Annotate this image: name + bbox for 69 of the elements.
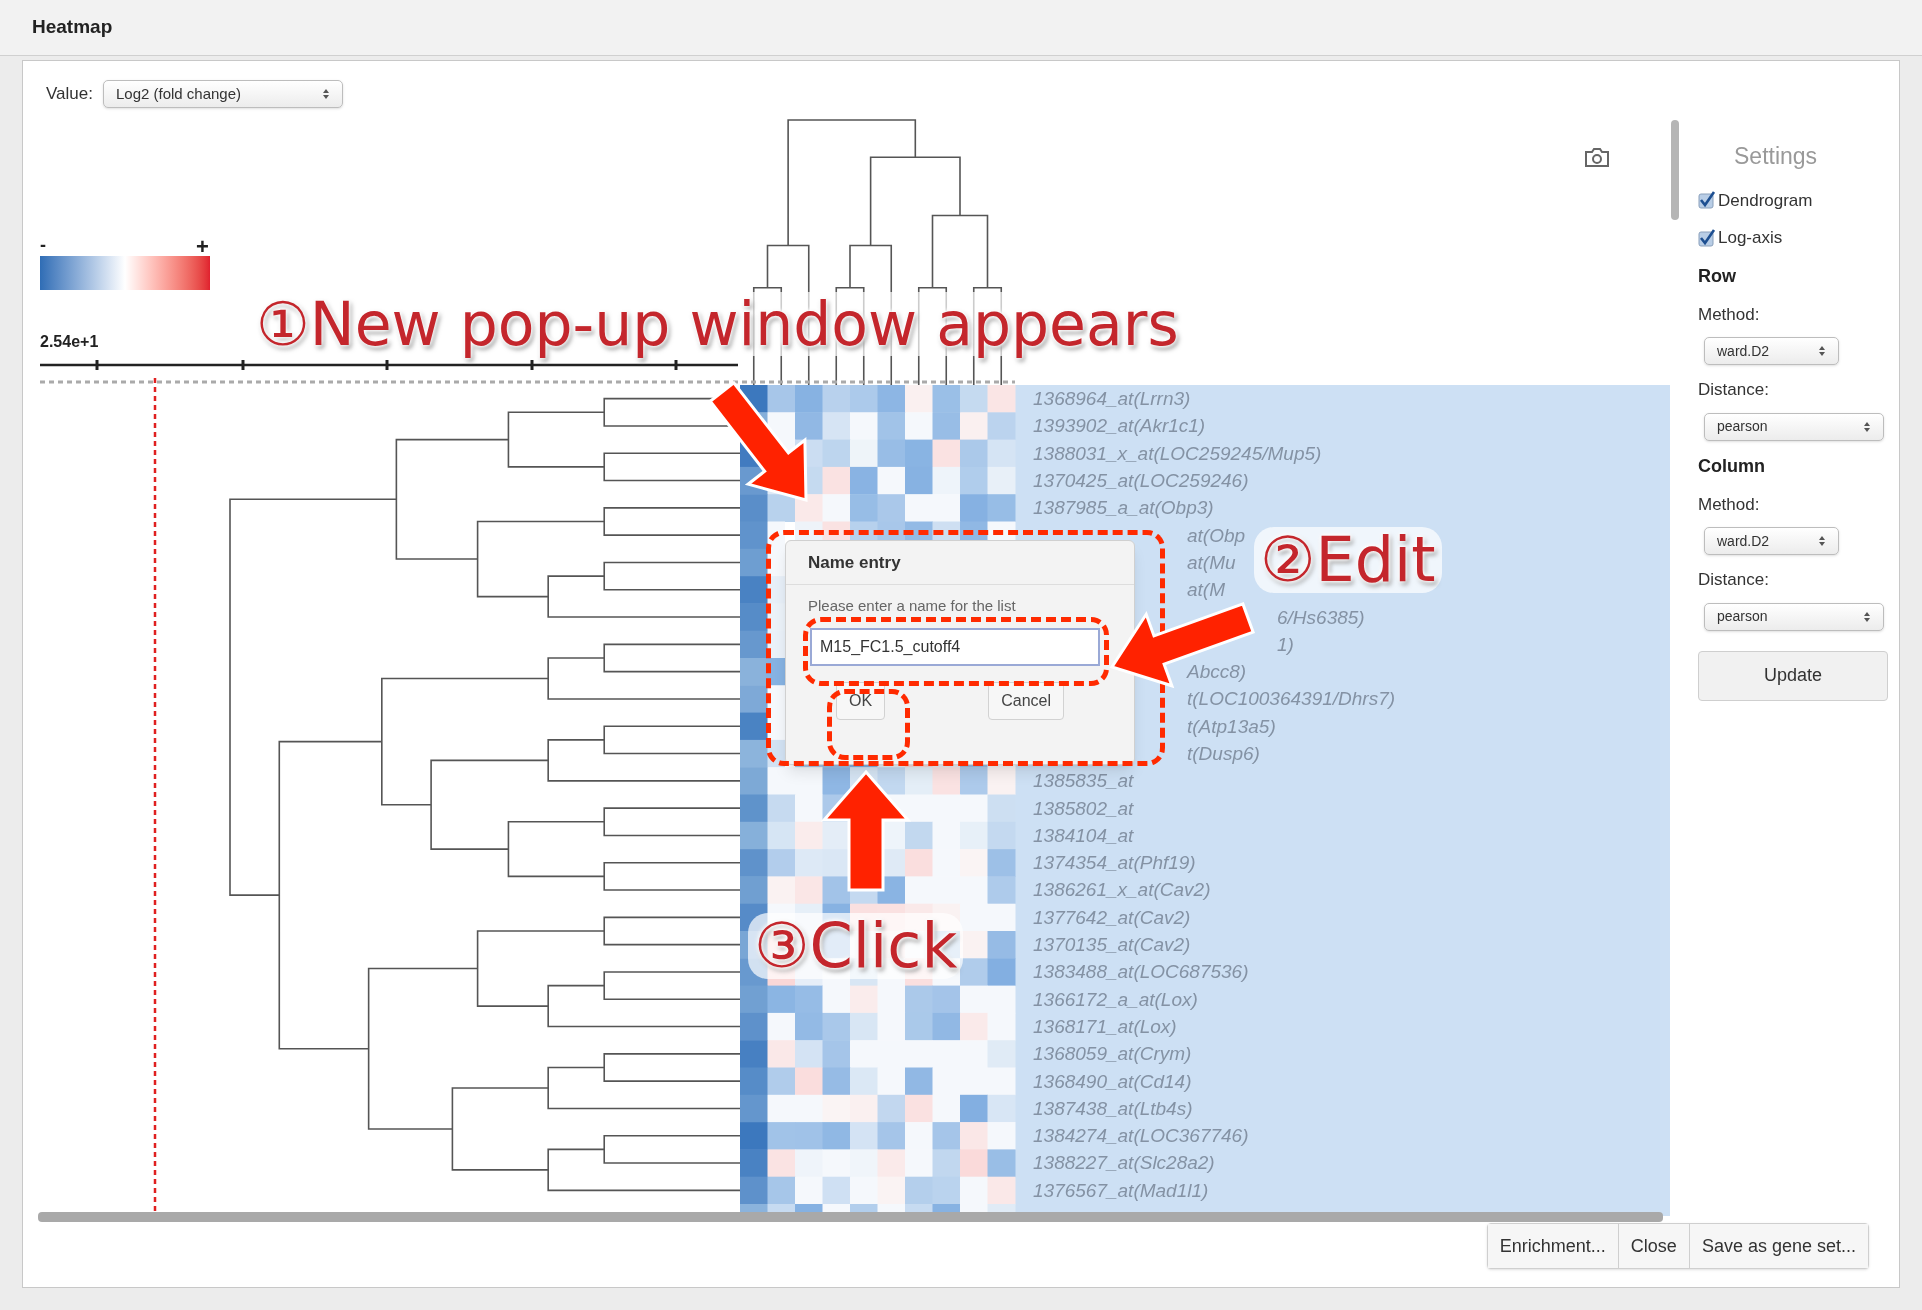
gene-label: 1366172_a_at(Lox)	[1033, 989, 1198, 1009]
gene-label: t(LOC100364391/Dhrs7)	[1187, 689, 1396, 709]
gene-label: 1388031_x_at(LOC259245/Mup5)	[1033, 443, 1322, 463]
gene-label: 1388227_at(Slc28a2)	[1033, 1153, 1215, 1173]
horizontal-scrollbar[interactable]	[38, 1212, 1663, 1222]
field-label: Distance:	[1698, 379, 1770, 401]
gene-label: 1386261_x_at(Cav2)	[1033, 880, 1211, 900]
dialog-prompt: Please enter a name for the list	[807, 596, 1017, 616]
update-button[interactable]: Update	[1698, 650, 1888, 701]
gene-label: 1370425_at(LOC259246)	[1033, 471, 1249, 491]
field-label: Method:	[1698, 493, 1761, 516]
gene-label: 1368171_at(Lox)	[1033, 1016, 1177, 1036]
annotation-text: ③Click	[748, 913, 964, 979]
gene-label: at(Mu	[1187, 552, 1236, 572]
scale-min-label: -	[40, 236, 46, 254]
gene-label: 1368059_at(Crym)	[1033, 1044, 1192, 1064]
checkbox[interactable]	[1698, 191, 1716, 210]
vertical-scrollbar[interactable]	[1671, 120, 1679, 220]
checkbox-label: Log-axis	[1718, 227, 1783, 249]
window-title: Heatmap	[32, 15, 113, 40]
annotation-text: ②Edit	[1254, 527, 1442, 593]
footer-button[interactable]: Enrichment...	[1487, 1224, 1618, 1268]
checkbox-label: Dendrogram	[1718, 189, 1813, 212]
updown-arrows-icon	[1818, 535, 1826, 547]
axis-value-label: 2.54e+1	[40, 332, 99, 352]
section-heading: Row	[1698, 264, 1737, 288]
updown-arrows-icon	[1863, 610, 1871, 623]
name-input-field[interactable]: M15_FC1.5_cutoff4	[810, 627, 1100, 666]
dropdown[interactable]: ward.D2	[1704, 337, 1839, 365]
gene-label: 1385835_at	[1033, 771, 1134, 791]
gene-label: 1376567_at(Mad1l1)	[1033, 1180, 1209, 1200]
gene-label: 1368964_at(Lrrn3)	[1033, 389, 1191, 409]
gene-label: 1374354_at(Phf19)	[1033, 853, 1196, 873]
dialog-title: Name entry	[808, 551, 901, 574]
gene-label: 1384274_at(LOC367746)	[1033, 1126, 1249, 1146]
gene-label: t(Dusp6)	[1187, 744, 1260, 763]
gene-label: Abcc8)	[1187, 662, 1247, 682]
gene-label: t(Atp13a5)	[1187, 716, 1276, 736]
gene-label: 1383488_at(LOC687536)	[1033, 962, 1249, 982]
gene-label: at(M	[1187, 580, 1225, 600]
gene-label: at(Obp	[1187, 525, 1246, 545]
gene-label: 1384104_at	[1033, 825, 1134, 845]
dialog-button[interactable]: Cancel	[988, 681, 1064, 720]
gene-label: 1387438_at(Ltb4s)	[1033, 1098, 1193, 1118]
checkbox[interactable]	[1698, 228, 1716, 247]
gene-label: 1377642_at(Cav2)	[1033, 907, 1191, 927]
camera-icon[interactable]	[1584, 146, 1610, 168]
field-label: Distance:	[1698, 569, 1770, 591]
dropdown[interactable]: pearson	[1704, 602, 1884, 631]
updown-arrows-icon	[1818, 345, 1826, 357]
value-label: Value:	[46, 83, 93, 106]
gene-label: 1368490_at(Cd14)	[1033, 1071, 1192, 1091]
section-heading: Column	[1698, 454, 1766, 478]
gene-label: 1387985_a_at(Obp3)	[1033, 498, 1214, 518]
dropdown[interactable]: ward.D2	[1704, 527, 1839, 555]
gene-label: 1)	[1277, 634, 1294, 654]
updown-arrows-icon	[1863, 420, 1871, 433]
gene-label: 1385802_at	[1033, 798, 1134, 818]
updown-arrows-icon	[321, 88, 330, 100]
field-label: Method:	[1698, 303, 1761, 326]
gene-label: 1393902_at(Akr1c1)	[1033, 416, 1206, 436]
footer-button[interactable]: Save as gene set...	[1688, 1224, 1868, 1268]
gene-label: 1370135_at(Cav2)	[1033, 935, 1191, 955]
scale-max-label: +	[196, 236, 209, 258]
dropdown[interactable]: Log2 (fold change)	[102, 80, 343, 108]
gene-label: 6/Hs6385)	[1277, 607, 1365, 627]
dropdown[interactable]: pearson	[1704, 412, 1884, 441]
panel-title: Settings	[1733, 142, 1819, 171]
footer-button[interactable]: Close	[1617, 1224, 1689, 1268]
